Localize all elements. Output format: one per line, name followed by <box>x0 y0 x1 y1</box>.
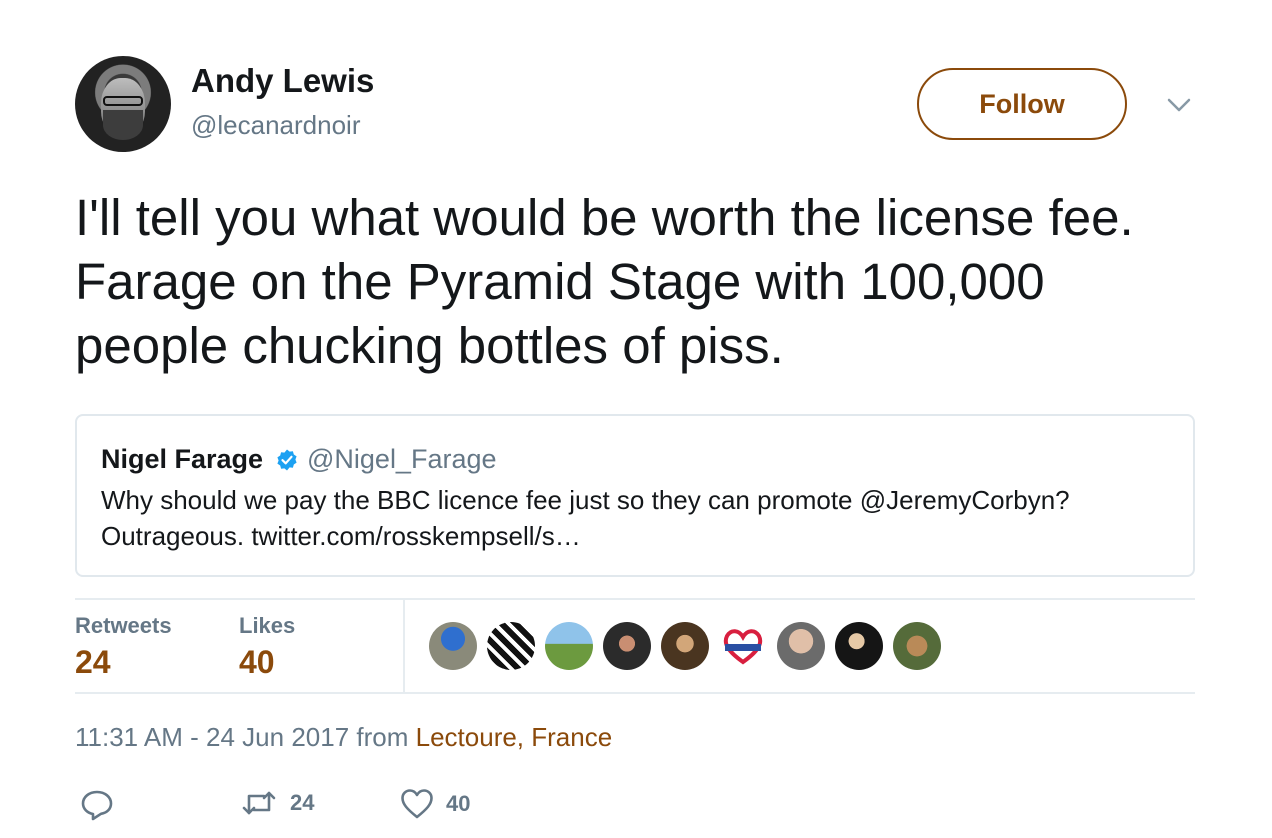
tweet-timestamp: 11:31 AM - 24 Jun 2017 from Lectoure, Fr… <box>75 722 612 753</box>
likes-count[interactable]: 40 <box>239 644 275 681</box>
heart-icon <box>723 629 763 665</box>
likes-label[interactable]: Likes <box>239 613 295 639</box>
retweet-count: 24 <box>290 790 315 815</box>
black-white-pattern-avatar[interactable] <box>487 622 535 670</box>
quoted-author-handle: @Nigel_Farage <box>307 444 497 474</box>
follow-button[interactable]: Follow <box>917 68 1127 140</box>
person-portrait-avatar[interactable] <box>603 622 651 670</box>
tweet-text: I'll tell you what would be worth the li… <box>75 189 1134 374</box>
cat-in-blue-hat-avatar[interactable] <box>429 622 477 670</box>
retweet-icon <box>242 791 276 815</box>
like-button[interactable]: 40 <box>400 788 470 820</box>
heart-icon <box>401 789 433 819</box>
cat-avatar[interactable] <box>893 622 941 670</box>
like-count: 40 <box>446 791 471 816</box>
person-with-bike-avatar[interactable] <box>545 622 593 670</box>
retweet-button[interactable]: 24 <box>240 788 314 818</box>
man-with-glasses-avatar[interactable] <box>661 622 709 670</box>
verified-badge-icon <box>277 449 297 471</box>
author-avatar[interactable] <box>75 56 171 152</box>
quoted-author-name: Nigel Farage <box>101 444 264 474</box>
reply-icon <box>81 790 113 821</box>
divider <box>75 692 1195 694</box>
reply-button[interactable] <box>80 788 114 822</box>
woman-portrait-avatar[interactable] <box>835 622 883 670</box>
divider <box>75 598 1195 600</box>
retweets-label[interactable]: Retweets <box>75 613 172 639</box>
author-handle[interactable]: @lecanardnoir <box>191 110 360 141</box>
time-date[interactable]: 11:31 AM - 24 Jun 2017 from <box>75 722 408 752</box>
retweets-count[interactable]: 24 <box>75 644 111 681</box>
quoted-tweet-text: Why should we pay the BBC licence fee ju… <box>101 485 1070 551</box>
avatar-glasses <box>103 96 143 106</box>
bald-man-avatar[interactable] <box>777 622 825 670</box>
author-name[interactable]: Andy Lewis <box>191 62 374 100</box>
chevron-down-icon[interactable] <box>1165 92 1193 116</box>
stats-divider <box>403 599 405 692</box>
avatar-beard <box>103 110 143 140</box>
tweet-location[interactable]: Lectoure, France <box>416 722 613 752</box>
heart-banner-avatar[interactable] <box>719 622 767 670</box>
